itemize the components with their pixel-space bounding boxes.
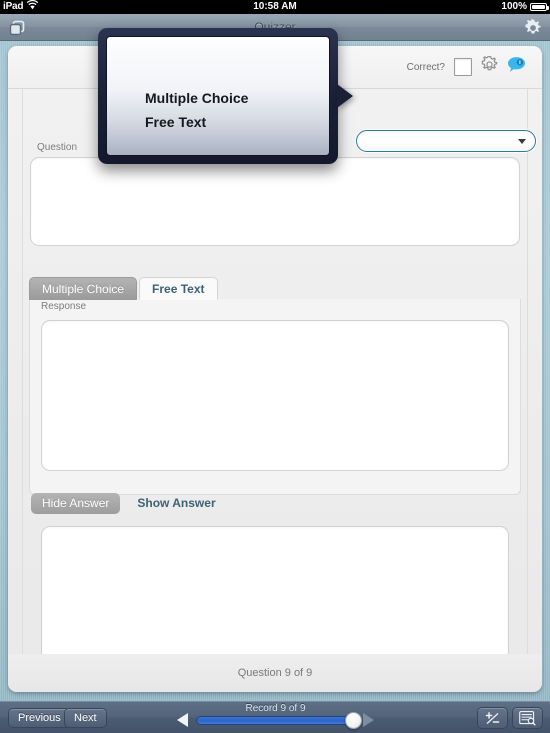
hide-answer-button[interactable]: Hide Answer: [31, 493, 121, 514]
record-slider[interactable]: [196, 712, 362, 729]
popover-arrow: [337, 84, 353, 108]
response-label: Response: [41, 301, 87, 312]
next-button[interactable]: Next: [64, 708, 107, 728]
question-type-popover: Multiple Choice Free Text: [98, 28, 353, 164]
status-bar-right: 100%: [501, 0, 549, 14]
question-counter: Question 9 of 9: [8, 654, 542, 692]
answer-tab-strip: Multiple Choice Free Text: [29, 277, 521, 300]
triangle-right-icon[interactable]: [363, 713, 374, 727]
gear-icon[interactable]: [481, 54, 498, 78]
question-type-dropdown[interactable]: [356, 130, 536, 152]
battery-percent-label: 100%: [501, 1, 527, 12]
previous-button[interactable]: Previous: [8, 708, 71, 728]
plus-minus-icon[interactable]: [477, 707, 508, 729]
speech-bubble-icon[interactable]: [507, 56, 526, 78]
correct-label: Correct?: [406, 61, 445, 73]
tab-multiple-choice[interactable]: Multiple Choice: [29, 277, 138, 300]
question-input[interactable]: [30, 157, 520, 246]
response-input[interactable]: [41, 320, 509, 471]
bottom-toolbar: Previous Next Record 9 of 9: [0, 701, 550, 733]
record-slider-thumb[interactable]: [345, 712, 362, 729]
chevron-down-icon: [518, 139, 526, 144]
popover-item-free-text[interactable]: Free Text: [145, 114, 206, 130]
show-answer-button[interactable]: Show Answer: [126, 493, 226, 514]
status-bar: iPad 10:58 AM 100%: [0, 0, 550, 14]
correct-control-group: Correct?: [406, 54, 526, 78]
triangle-left-icon[interactable]: [177, 713, 188, 727]
correct-checkbox[interactable]: [454, 58, 472, 76]
list-search-icon[interactable]: [512, 707, 543, 729]
ipad-screen: iPad 10:58 AM 100% Quizzer Correct? Ques…: [0, 0, 550, 733]
answer-toggle-group: Hide Answer Show Answer: [31, 493, 227, 514]
status-time: 10:58 AM: [253, 1, 297, 12]
popover-list: Multiple Choice Free Text: [106, 36, 330, 156]
gear-icon[interactable]: [522, 18, 544, 38]
record-counter: Record 9 of 9: [245, 703, 306, 714]
tab-free-text[interactable]: Free Text: [139, 277, 218, 300]
question-label: Question: [37, 142, 78, 153]
popover-item-multiple-choice[interactable]: Multiple Choice: [145, 90, 248, 106]
record-navigator: Record 9 of 9: [173, 702, 378, 733]
battery-icon: [530, 3, 549, 11]
